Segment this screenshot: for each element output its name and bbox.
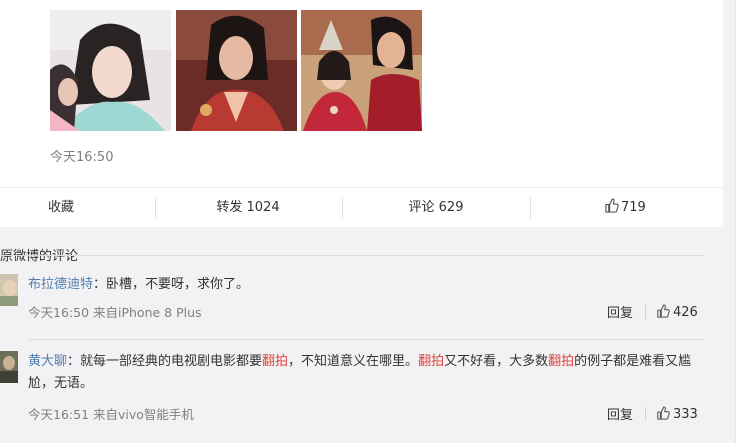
keyword-highlight: 翻拍 [548,354,575,369]
comment-like-count: 426 [673,305,698,320]
right-sidebar-edge [735,0,749,443]
comment-body: 布拉德迪特：卧槽，不要呀，求你了。 [28,274,249,296]
comment-username[interactable]: 黄大聊 [28,354,67,369]
comments-section: 原微博的评论 布拉德迪特：卧槽，不要呀，求你了。 今天16:50 来自iPhon… [0,227,723,443]
like-button[interactable]: 719 [590,188,670,228]
comment-action-divider [645,407,646,421]
comment-username[interactable]: 布拉德迪特 [28,277,93,292]
post-image-top-2[interactable] [176,0,297,7]
weibo-post-card: 今天16:50 [0,0,723,187]
post-image-top-3[interactable] [301,0,422,7]
comment-action-divider [645,305,646,319]
comment-meta: 今天16:51 来自vivo智能手机 [28,407,194,422]
post-timestamp: 今天16:50 [50,150,114,165]
favorite-button[interactable]: 收藏 [0,188,122,228]
keyword-highlight: 翻拍 [418,354,445,369]
comment-text: 尬，无语。 [28,376,94,391]
avatar[interactable] [0,351,18,383]
like-count: 719 [621,200,646,215]
avatar[interactable] [0,274,18,306]
repost-button[interactable]: 转发 1024 [185,188,311,228]
comment-separator [28,339,705,340]
post-image-3[interactable] [301,10,422,131]
reply-button[interactable]: 回复 [607,404,633,423]
comment-text: ：卧槽，不要呀，求你了。 [93,277,250,292]
comment-like-button[interactable]: 333 [656,406,698,424]
action-divider [342,197,343,219]
thumbs-up-icon [656,304,670,322]
comment-button[interactable]: 评论 629 [372,188,500,228]
thumbs-up-icon [656,406,670,424]
comment-body: 黄大聊：就每一部经典的电视剧电影都要翻拍，不知道意义在哪里。翻拍又不好看，大多数… [28,351,708,395]
comment-text: ：就每一部经典的电视剧电影都要 [67,354,263,369]
comment-like-button[interactable]: 426 [656,304,698,322]
comment-text: 的例子都是难看又尴 [574,354,692,369]
comment-meta: 今天16:50 来自iPhone 8 Plus [28,305,202,320]
keyword-highlight: 翻拍 [262,354,289,369]
post-image-1[interactable] [50,10,171,131]
comment-text: ，不知道意义在哪里。 [288,354,419,369]
post-image-2[interactable] [176,10,297,131]
thumbs-up-icon [604,190,619,230]
reply-button[interactable]: 回复 [607,302,633,321]
action-divider [155,197,156,219]
post-image-top-1[interactable] [50,0,171,7]
post-action-bar: 收藏 转发 1024 评论 629 719 [0,187,723,228]
comment-text: 又不好看，大多数 [444,354,549,369]
section-divider [0,255,705,256]
comment-like-count: 333 [673,407,698,422]
action-divider [530,197,531,219]
